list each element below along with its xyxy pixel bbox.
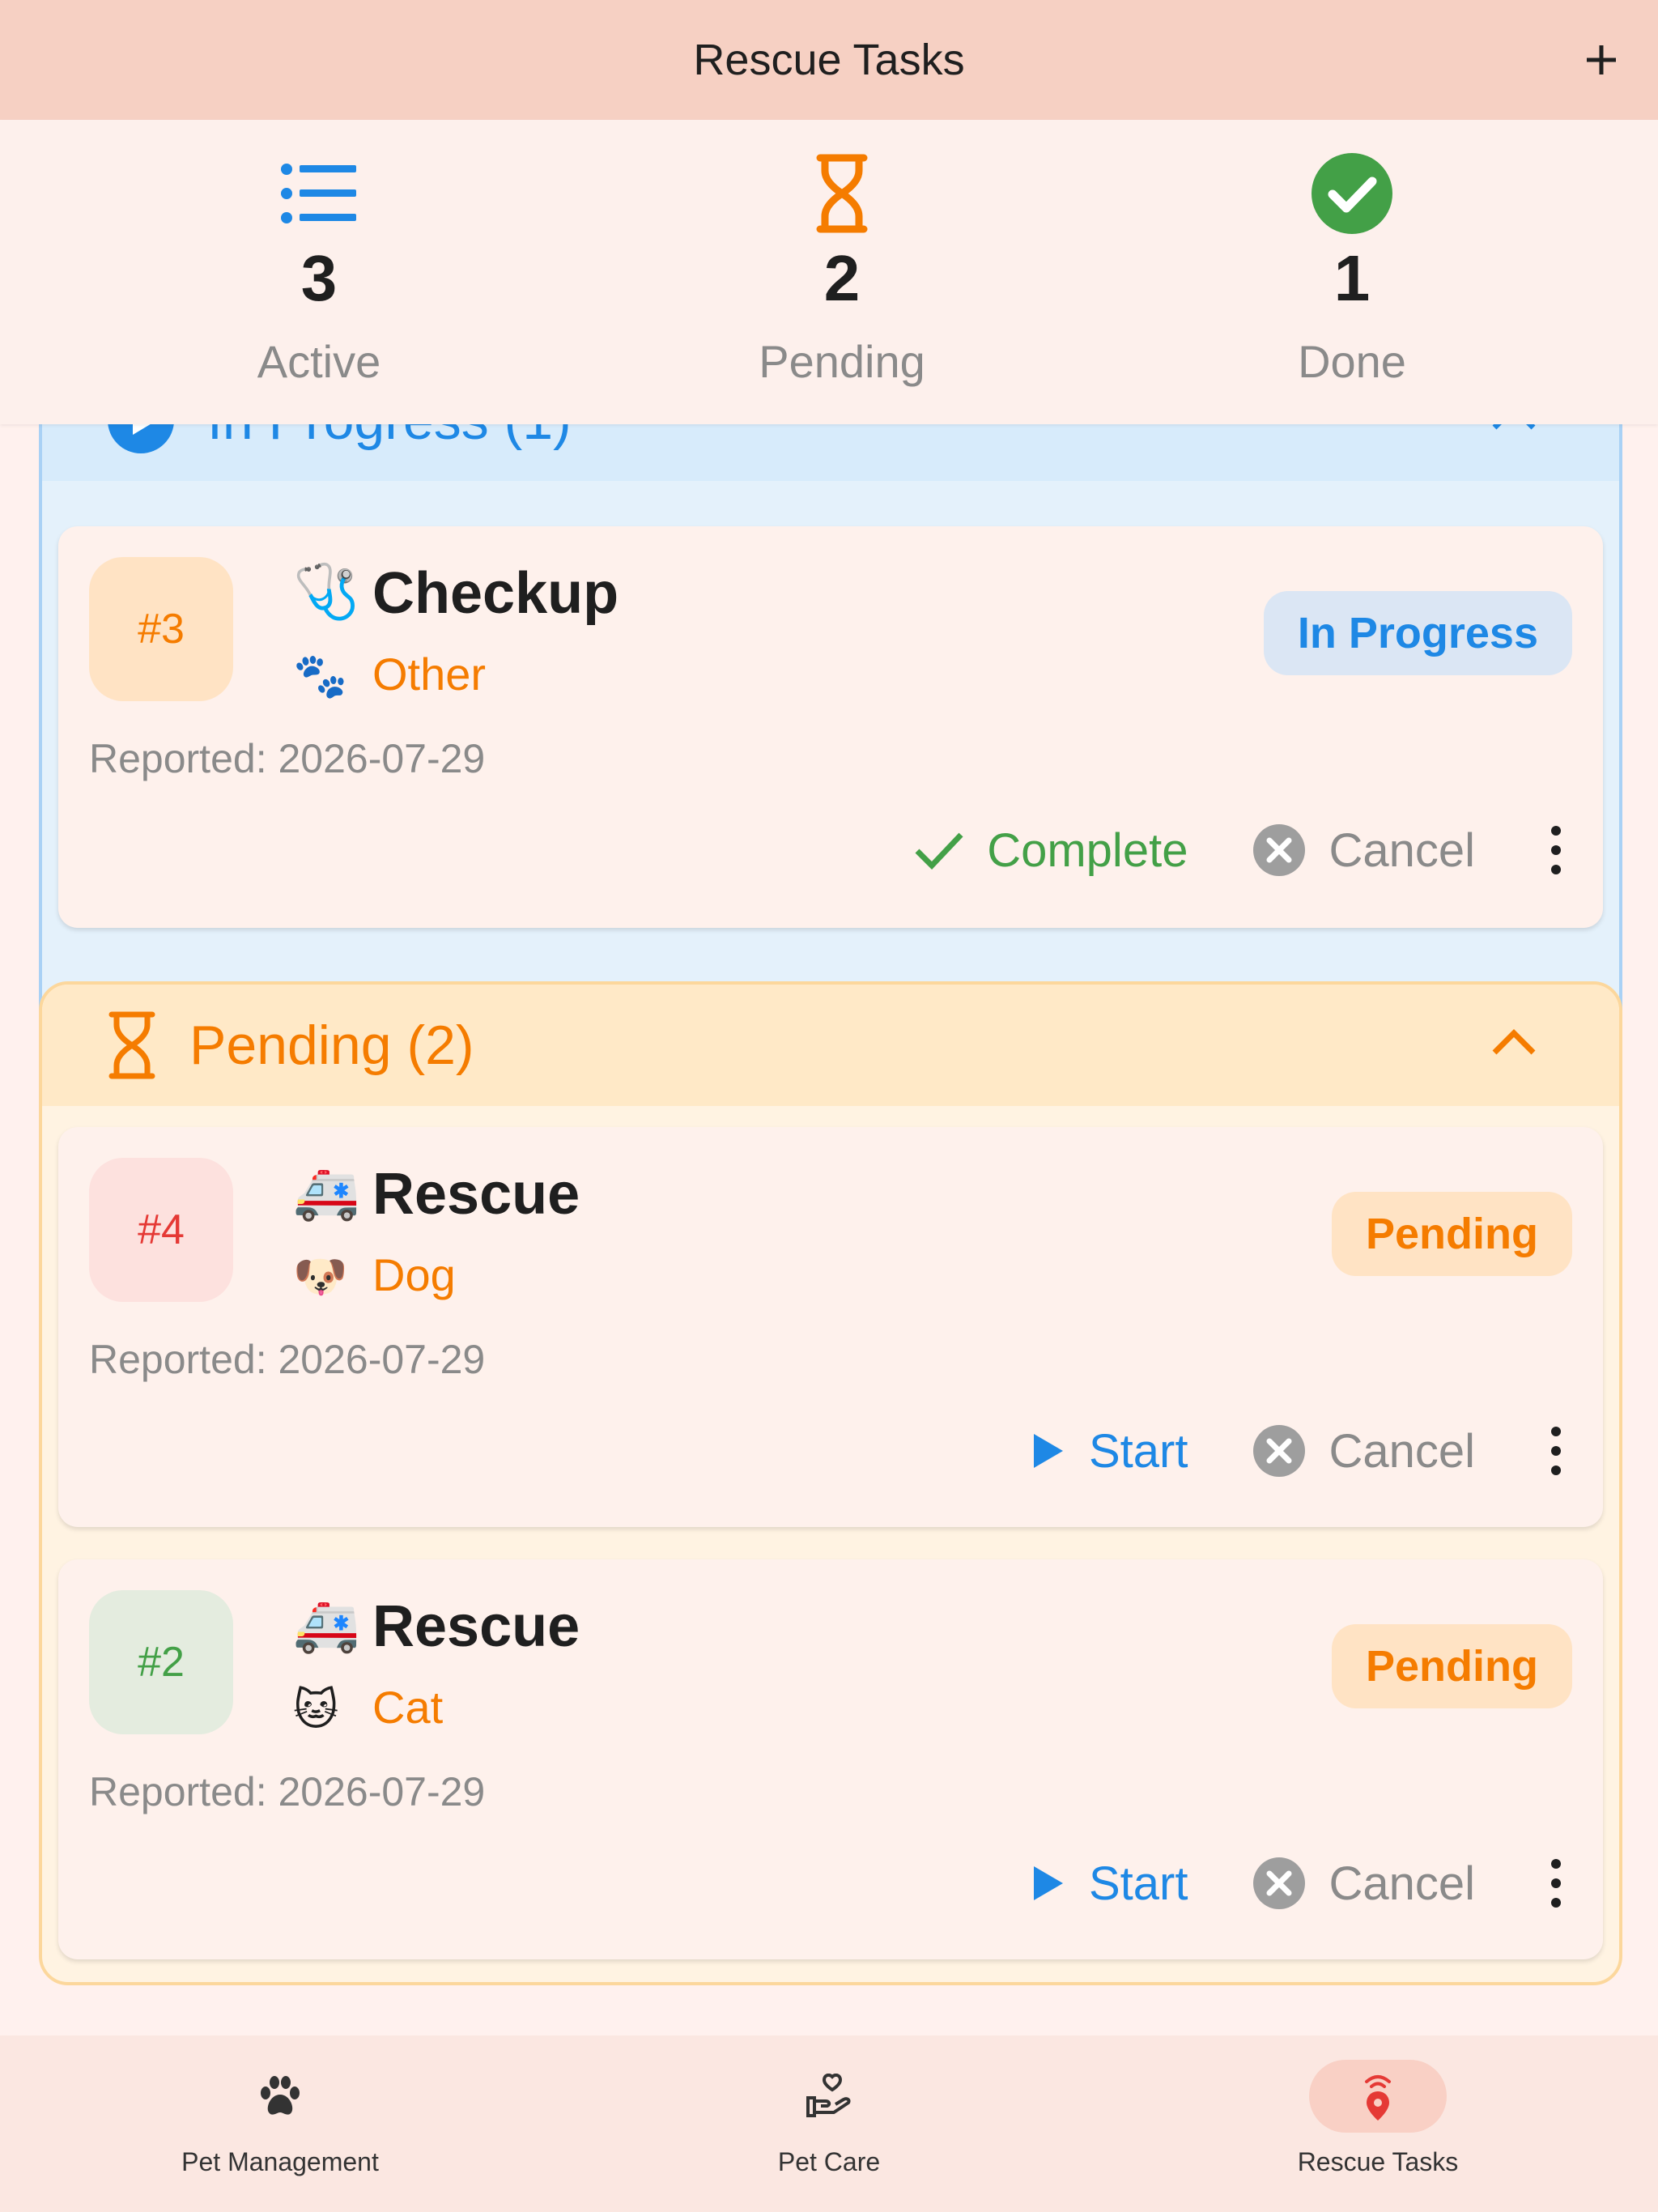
- nav-active-indicator: [1309, 2060, 1447, 2133]
- task-title: Checkup: [372, 561, 619, 626]
- status-badge: Pending: [1332, 1192, 1572, 1276]
- task-list[interactable]: In Progress (1) #3 🩺 Checkup 🐾 Other Rep…: [0, 424, 1658, 2035]
- nav-label-pet-management: Pet Management: [181, 2147, 379, 2176]
- page-title: Rescue Tasks: [693, 36, 965, 84]
- complete-label: Complete: [987, 823, 1188, 877]
- section-pending: Pending (2) #4 🚑 Rescue 🐶 Dog Reported: …: [39, 981, 1622, 1985]
- hourglass-icon: [816, 154, 868, 233]
- cancel-button[interactable]: Cancel: [1252, 1424, 1475, 1478]
- task-actions: Start Cancel: [966, 1843, 1572, 1924]
- complete-button[interactable]: Complete: [914, 823, 1188, 878]
- pending-count: 2: [823, 242, 861, 314]
- more-options-button[interactable]: [1540, 810, 1572, 891]
- location-alert-icon: [1365, 2075, 1391, 2121]
- cancel-circle-icon: [1253, 824, 1306, 876]
- more-vert-icon: [1551, 1859, 1561, 1908]
- task-actions: Start Cancel: [966, 1410, 1572, 1491]
- stethoscope-icon: 🩺: [293, 561, 360, 621]
- app-bar: Rescue Tasks: [0, 0, 1658, 120]
- ambulance-icon: 🚑: [293, 1162, 360, 1222]
- list-icon: [281, 164, 356, 223]
- task-number-badge: #4: [89, 1158, 233, 1302]
- task-number-badge: #2: [89, 1590, 233, 1734]
- task-animal: Cat: [372, 1682, 444, 1733]
- nav-label-pet-care: Pet Care: [777, 2147, 881, 2176]
- status-badge: In Progress: [1263, 591, 1572, 675]
- hand-heart-icon: [806, 2074, 851, 2117]
- plus-icon: [1587, 45, 1616, 74]
- nav-item-pet-management[interactable]: Pet Management: [4, 2060, 556, 2177]
- task-card[interactable]: #4 🚑 Rescue 🐶 Dog Reported: 2026-07-29 P…: [58, 1127, 1603, 1527]
- done-label: Done: [1298, 336, 1406, 387]
- more-vert-icon: [1551, 826, 1561, 874]
- active-count: 3: [300, 242, 338, 314]
- start-label: Start: [1088, 1857, 1188, 1910]
- nav-label-rescue-tasks: Rescue Tasks: [1297, 2147, 1459, 2176]
- task-reported-date: Reported: 2026-07-29: [89, 736, 486, 781]
- nav-item-rescue-tasks[interactable]: Rescue Tasks: [1102, 2060, 1654, 2177]
- stat-active: 3 Active: [149, 151, 489, 388]
- cancel-circle-icon: [1253, 1425, 1306, 1477]
- task-summary: 3 Active 2 Pending 1 Done: [0, 120, 1658, 424]
- more-vert-icon: [1551, 1427, 1561, 1475]
- section-title-in-progress: In Progress (1): [207, 424, 572, 452]
- dog-icon: 🐶: [293, 1253, 348, 1301]
- bottom-navigation: Pet Management Pet Care Rescue Tasks: [0, 2035, 1658, 2212]
- section-header-pending[interactable]: Pending (2): [42, 985, 1619, 1106]
- active-label: Active: [257, 336, 381, 387]
- task-animal: Dog: [372, 1249, 456, 1300]
- cancel-label: Cancel: [1329, 1857, 1475, 1910]
- chevron-up-icon[interactable]: [1490, 424, 1538, 432]
- task-title: Rescue: [372, 1162, 580, 1227]
- cancel-button[interactable]: Cancel: [1252, 1857, 1475, 1911]
- play-icon: [1033, 1866, 1063, 1900]
- stat-pending: 2 Pending: [672, 151, 1012, 388]
- start-button[interactable]: Start: [1031, 1424, 1188, 1478]
- paw-icon: [261, 2076, 300, 2115]
- paw-prints-icon: 🐾: [293, 652, 348, 700]
- task-card[interactable]: #3 🩺 Checkup 🐾 Other Reported: 2026-07-2…: [58, 526, 1603, 928]
- hourglass-icon: [108, 1011, 155, 1079]
- start-label: Start: [1088, 1424, 1188, 1478]
- more-options-button[interactable]: [1540, 1843, 1572, 1924]
- nav-item-pet-care[interactable]: Pet Care: [553, 2060, 1105, 2177]
- task-title: Rescue: [372, 1594, 580, 1659]
- chevron-up-icon[interactable]: [1490, 1025, 1538, 1057]
- play-icon: [1033, 1434, 1063, 1468]
- ambulance-icon: 🚑: [293, 1594, 360, 1654]
- done-count: 1: [1333, 242, 1371, 314]
- section-title-pending: Pending (2): [189, 1015, 474, 1076]
- section-header-in-progress[interactable]: In Progress (1): [42, 424, 1619, 481]
- cat-icon: 🐱: [293, 1686, 339, 1734]
- task-reported-date: Reported: 2026-07-29: [89, 1769, 486, 1814]
- play-circle-icon: [108, 424, 174, 453]
- cancel-label: Cancel: [1329, 823, 1475, 877]
- cancel-button[interactable]: Cancel: [1252, 823, 1475, 878]
- stat-done: 1 Done: [1182, 151, 1522, 388]
- more-options-button[interactable]: [1540, 1410, 1572, 1491]
- check-icon: [915, 832, 963, 870]
- check-circle-icon: [1312, 153, 1392, 234]
- cancel-label: Cancel: [1329, 1424, 1475, 1478]
- status-badge: Pending: [1332, 1624, 1572, 1708]
- task-card[interactable]: #2 🚑 Rescue 🐱 Cat Reported: 2026-07-29 P…: [58, 1559, 1603, 1959]
- add-task-button[interactable]: [1572, 31, 1630, 89]
- task-actions: Complete Cancel: [849, 810, 1572, 891]
- pending-label: Pending: [759, 336, 925, 387]
- cancel-circle-icon: [1253, 1857, 1306, 1909]
- task-reported-date: Reported: 2026-07-29: [89, 1337, 486, 1382]
- start-button[interactable]: Start: [1031, 1857, 1188, 1911]
- task-animal: Other: [372, 649, 487, 700]
- task-number-badge: #3: [89, 557, 233, 701]
